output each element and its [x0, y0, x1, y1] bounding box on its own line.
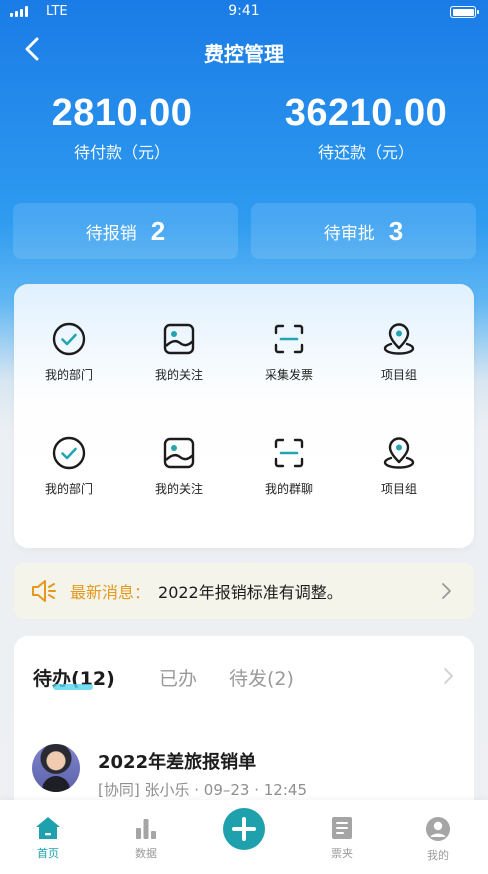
- pending-approval-count: 3: [388, 215, 404, 246]
- tab-to-send[interactable]: 待发(2): [229, 664, 294, 691]
- location-pin-icon: [383, 323, 415, 355]
- shortcut-my-follow[interactable]: 我的关注: [124, 436, 234, 497]
- status-time: 9:41: [228, 3, 260, 19]
- tabbar-ticket-folder[interactable]: 票夹: [302, 816, 382, 861]
- notice-bar[interactable]: 最新消息： 2022年报销标准有调整。: [14, 563, 474, 619]
- pending-reimbursement-card[interactable]: 待报销 2: [13, 203, 238, 259]
- tabbar-profile[interactable]: 我的: [398, 816, 478, 863]
- payable-label: 待付款（元）: [73, 143, 170, 162]
- image-icon: [163, 323, 195, 355]
- tabbar-label: 数据: [135, 847, 157, 860]
- check-circle-icon: [52, 322, 86, 356]
- shortcut-label: 我的关注: [154, 482, 203, 496]
- shortcut-my-department[interactable]: 我的部门: [14, 322, 124, 383]
- chevron-right-icon[interactable]: [442, 667, 454, 685]
- shortcut-label: 我的群聊: [264, 482, 313, 496]
- image-icon: [163, 437, 195, 469]
- status-bar: LTE 9:41: [0, 0, 488, 24]
- add-button[interactable]: [223, 808, 265, 850]
- scan-icon: [274, 438, 304, 468]
- bottom-tab-bar: 首页 数据 票夹 我的: [0, 800, 488, 874]
- payable-amount: 2810.00: [51, 92, 193, 134]
- bar-chart-icon: [136, 819, 156, 839]
- task-title: 2022年差旅报销单: [98, 752, 257, 773]
- check-circle-icon: [52, 436, 86, 470]
- shortcut-label: 项目组: [380, 368, 417, 382]
- payable-summary[interactable]: 2810.00 待付款（元）: [0, 92, 244, 163]
- book-icon: [332, 817, 352, 839]
- scan-icon: [274, 324, 304, 354]
- battery-icon: [450, 6, 479, 18]
- shortcut-label: 采集发票: [264, 368, 313, 382]
- shortcut-collect-invoice[interactable]: 采集发票: [234, 322, 344, 383]
- shortcut-project-group[interactable]: 项目组: [344, 436, 454, 497]
- tabbar-home[interactable]: 首页: [8, 816, 88, 861]
- tabbar-label: 首页: [37, 847, 59, 860]
- tabbar-label: 我的: [427, 849, 449, 862]
- tabbar-label: 票夹: [331, 847, 353, 860]
- shortcut-grid: 我的部门 我的关注 采集发票 项目组 我的部门 我的关注 我的群聊 项目组: [14, 284, 474, 548]
- task-meta: [协同] 张小乐 · 09–23 · 12:45: [98, 781, 307, 799]
- shortcut-label: 我的关注: [154, 368, 203, 382]
- pending-approval-label: 待审批: [323, 223, 375, 244]
- shortcut-label: 我的部门: [44, 482, 93, 496]
- notice-message: 2022年报销标准有调整。: [158, 583, 343, 602]
- shortcut-label: 我的部门: [44, 368, 93, 382]
- repayment-label: 待还款（元）: [317, 143, 414, 162]
- notice-tag: 最新消息：: [70, 583, 151, 602]
- shortcut-my-group-chat[interactable]: 我的群聊: [234, 436, 344, 497]
- repayment-summary[interactable]: 36210.00 待还款（元）: [244, 92, 488, 163]
- speaker-icon: [32, 580, 56, 602]
- tab-indicator: [53, 684, 93, 690]
- pending-reimbursement-label: 待报销: [85, 223, 137, 244]
- home-icon: [36, 817, 60, 839]
- tabbar-data[interactable]: 数据: [106, 816, 186, 861]
- plus-icon: [232, 817, 256, 841]
- tab-done[interactable]: 已办: [159, 664, 197, 691]
- page-title: 费控管理: [204, 42, 284, 66]
- chevron-right-icon: [442, 583, 451, 599]
- pending-reimbursement-count: 2: [150, 215, 166, 246]
- location-pin-icon: [383, 437, 415, 469]
- shortcut-my-follow[interactable]: 我的关注: [124, 322, 234, 383]
- profile-icon: [426, 817, 450, 841]
- shortcut-label: 项目组: [380, 482, 417, 496]
- pending-approval-card[interactable]: 待审批 3: [251, 203, 476, 259]
- tasks-panel: 待办(12) 已办 待发(2) 2022年差旅报销单 [协同] 张小乐 · 09…: [14, 636, 474, 816]
- avatar: [32, 744, 80, 792]
- shortcut-my-department[interactable]: 我的部门: [14, 436, 124, 497]
- shortcut-project-group[interactable]: 项目组: [344, 322, 454, 383]
- repayment-amount: 36210.00: [284, 92, 448, 134]
